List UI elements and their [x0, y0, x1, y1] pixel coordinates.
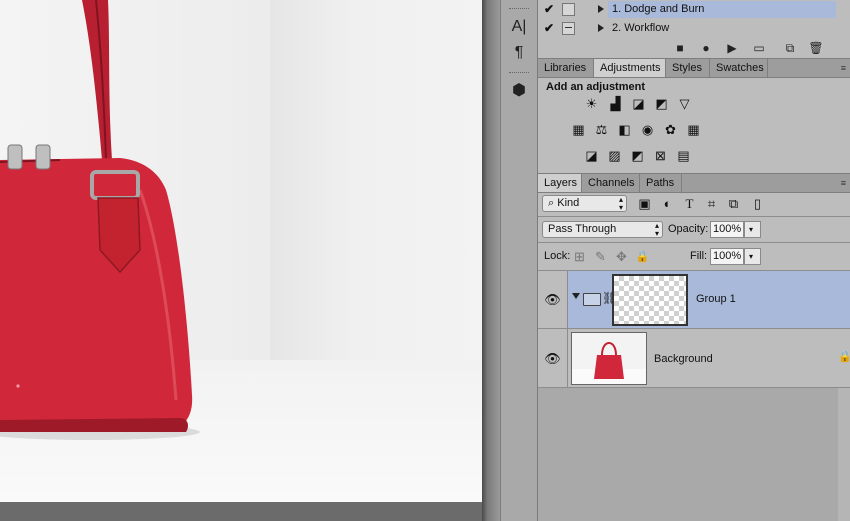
black-white-icon[interactable]: ◧ — [617, 123, 632, 137]
canvas-bottom-bar — [0, 502, 482, 521]
collapse-triangle-icon[interactable] — [572, 293, 580, 299]
lock-label: Lock: — [544, 250, 571, 262]
handbag-photo — [0, 0, 200, 440]
blend-mode-select[interactable]: Pass Through ▴ ▾ — [542, 221, 663, 238]
check-icon[interactable]: ✔ — [542, 0, 556, 19]
select-arrows-icon: ▴ ▾ — [654, 221, 659, 238]
brightness-contrast-icon[interactable]: ☀ — [584, 97, 599, 111]
new-set-folder-icon[interactable]: ▭ — [751, 40, 767, 56]
record-icon[interactable]: ● — [698, 40, 714, 56]
dialog-toggle-box[interactable] — [562, 22, 575, 35]
tab-styles[interactable]: Styles — [666, 59, 710, 77]
lock-all-icon[interactable]: 🔒 — [635, 250, 650, 264]
search-icon: ⌕ — [548, 197, 555, 209]
panel-menu-icon[interactable]: ≡ — [841, 63, 846, 73]
invert-icon[interactable]: ◪ — [584, 149, 599, 163]
layers-scrollbar[interactable] — [838, 388, 850, 521]
gradient-map-icon[interactable]: ▤ — [676, 149, 691, 163]
adjustment-filter-icon[interactable]: ◐ — [660, 197, 675, 211]
smart-object-filter-icon[interactable]: ⧉ — [726, 197, 741, 211]
vibrance-icon[interactable]: ▽ — [677, 97, 692, 111]
threshold-icon[interactable]: ◩ — [630, 149, 645, 163]
opacity-input[interactable]: 100% — [710, 221, 744, 238]
new-action-icon[interactable]: ⧉ — [782, 40, 798, 56]
check-icon[interactable]: ✔ — [542, 19, 556, 38]
visibility-toggle[interactable]: 👁 — [538, 271, 568, 329]
layers-tabbar: Layers Channels Paths ≡ — [538, 173, 850, 193]
layers-empty-area — [538, 388, 838, 521]
shape-filter-icon[interactable]: ⌗ — [704, 197, 719, 211]
exposure-icon[interactable]: ◩ — [654, 97, 669, 111]
lock-position-icon[interactable]: ✥ — [614, 250, 629, 264]
adjustments-tabbar: Libraries Adjustments Styles Swatches ≡ — [538, 58, 850, 78]
blend-mode-value: Pass Through — [548, 223, 617, 235]
divider — [538, 242, 850, 243]
document-canvas[interactable] — [0, 0, 482, 521]
type-filter-icon[interactable]: T — [682, 197, 697, 211]
panels-column: ✔ 1. Dodge and Burn ✔ 2. Workflow ■ ● ▶ … — [538, 0, 850, 521]
pixel-filter-icon[interactable]: ▣ — [637, 197, 652, 211]
fill-label: Fill: — [690, 250, 708, 262]
expand-triangle-icon[interactable] — [598, 5, 604, 13]
paragraph-icon[interactable]: ¶ — [507, 42, 531, 64]
levels-icon[interactable]: ▟ — [608, 97, 623, 111]
hue-saturation-icon[interactable]: ▦ — [571, 123, 586, 137]
layer-filter-select[interactable]: ⌕ Kind ▴ ▾ — [542, 195, 627, 212]
tab-layers[interactable]: Layers — [538, 174, 582, 192]
canvas-edge-shadow — [482, 0, 500, 521]
color-lookup-icon[interactable]: ▦ — [686, 123, 701, 137]
dialog-toggle-box[interactable] — [562, 3, 575, 16]
selective-color-icon[interactable]: ⊠ — [653, 149, 668, 163]
actions-toolbar: ■ ● ▶ ▭ ⧉ 🗑 — [538, 38, 850, 58]
layer-name[interactable]: Background — [654, 353, 713, 365]
curves-icon[interactable]: ◪ — [631, 97, 646, 111]
channel-mixer-icon[interactable]: ✿ — [663, 123, 678, 137]
layer-thumbnail[interactable] — [571, 332, 647, 385]
fill-input[interactable]: 100% — [710, 248, 744, 265]
tab-channels[interactable]: Channels — [582, 174, 640, 192]
handbag-thumbnail-image — [572, 342, 646, 384]
folder-icon — [583, 293, 601, 306]
action-row[interactable]: ✔ 1. Dodge and Burn — [538, 0, 850, 19]
filter-toggle-icon[interactable]: ▯ — [750, 197, 765, 211]
opacity-dropdown-button[interactable]: ▾ — [744, 221, 761, 238]
select-arrows-icon: ▴ ▾ — [618, 195, 623, 212]
layer-filter-label: Kind — [557, 197, 580, 209]
photo-filter-icon[interactable]: ◉ — [640, 123, 655, 137]
type-vertical-icon[interactable]: A| — [507, 16, 531, 38]
collapsed-panel-dock: A| ¶ ⬢ — [500, 0, 538, 521]
opacity-label: Opacity: — [668, 223, 709, 235]
expand-triangle-icon[interactable] — [598, 24, 604, 32]
visibility-toggle[interactable]: 👁 — [538, 329, 568, 388]
3d-cube-icon[interactable]: ⬢ — [507, 80, 531, 102]
dock-grip[interactable] — [509, 72, 529, 76]
eye-icon[interactable]: 👁 — [544, 351, 561, 366]
play-icon[interactable]: ▶ — [724, 40, 740, 56]
fill-dropdown-button[interactable]: ▾ — [744, 248, 761, 265]
color-balance-icon[interactable]: ⚖ — [594, 123, 609, 137]
layer-name[interactable]: Group 1 — [696, 293, 736, 305]
action-row[interactable]: ✔ 2. Workflow — [538, 19, 850, 38]
posterize-icon[interactable]: ▨ — [607, 149, 622, 163]
divider — [538, 216, 850, 217]
lock-image-icon[interactable]: ✎ — [593, 250, 608, 264]
action-label: 2. Workflow — [612, 22, 670, 34]
layer-lock-icon: 🔒 — [838, 351, 850, 363]
trash-icon[interactable]: 🗑 — [808, 40, 824, 56]
adjustments-title: Add an adjustment — [546, 81, 646, 93]
tab-paths[interactable]: Paths — [640, 174, 682, 192]
dock-grip[interactable] — [509, 8, 529, 12]
lock-transparent-icon[interactable]: ⊞ — [572, 250, 587, 264]
panel-menu-icon[interactable]: ≡ — [841, 178, 846, 188]
tab-adjustments[interactable]: Adjustments — [594, 59, 666, 77]
stop-icon[interactable]: ■ — [672, 40, 688, 56]
tab-swatches[interactable]: Swatches — [710, 59, 768, 77]
layer-row-group-1[interactable]: ⛓ Group 1 — [568, 271, 850, 329]
layer-row-background[interactable]: Background 🔒 — [568, 329, 850, 388]
eye-icon[interactable]: 👁 — [544, 292, 561, 307]
layer-mask-thumbnail[interactable] — [612, 274, 688, 326]
action-label: 1. Dodge and Burn — [612, 3, 705, 15]
tab-libraries[interactable]: Libraries — [538, 59, 594, 77]
